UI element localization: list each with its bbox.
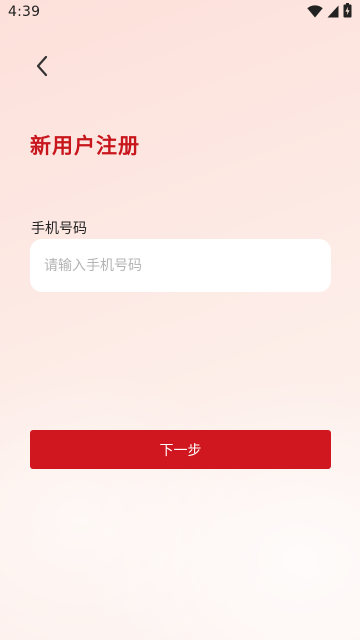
page-title: 新用户注册 xyxy=(30,134,140,158)
status-time: 4:39 xyxy=(8,4,41,20)
phone-label: 手机号码 xyxy=(31,221,87,237)
back-button[interactable] xyxy=(26,54,58,82)
phone-number-input[interactable] xyxy=(30,239,331,292)
status-icons xyxy=(307,2,352,22)
chevron-left-icon[interactable] xyxy=(35,55,49,81)
status-bar: 4:39 xyxy=(0,0,360,24)
battery-charging-icon xyxy=(343,2,352,22)
next-step-button[interactable]: 下一步 xyxy=(30,430,331,469)
signal-icon xyxy=(327,3,339,22)
wifi-icon xyxy=(307,3,323,22)
